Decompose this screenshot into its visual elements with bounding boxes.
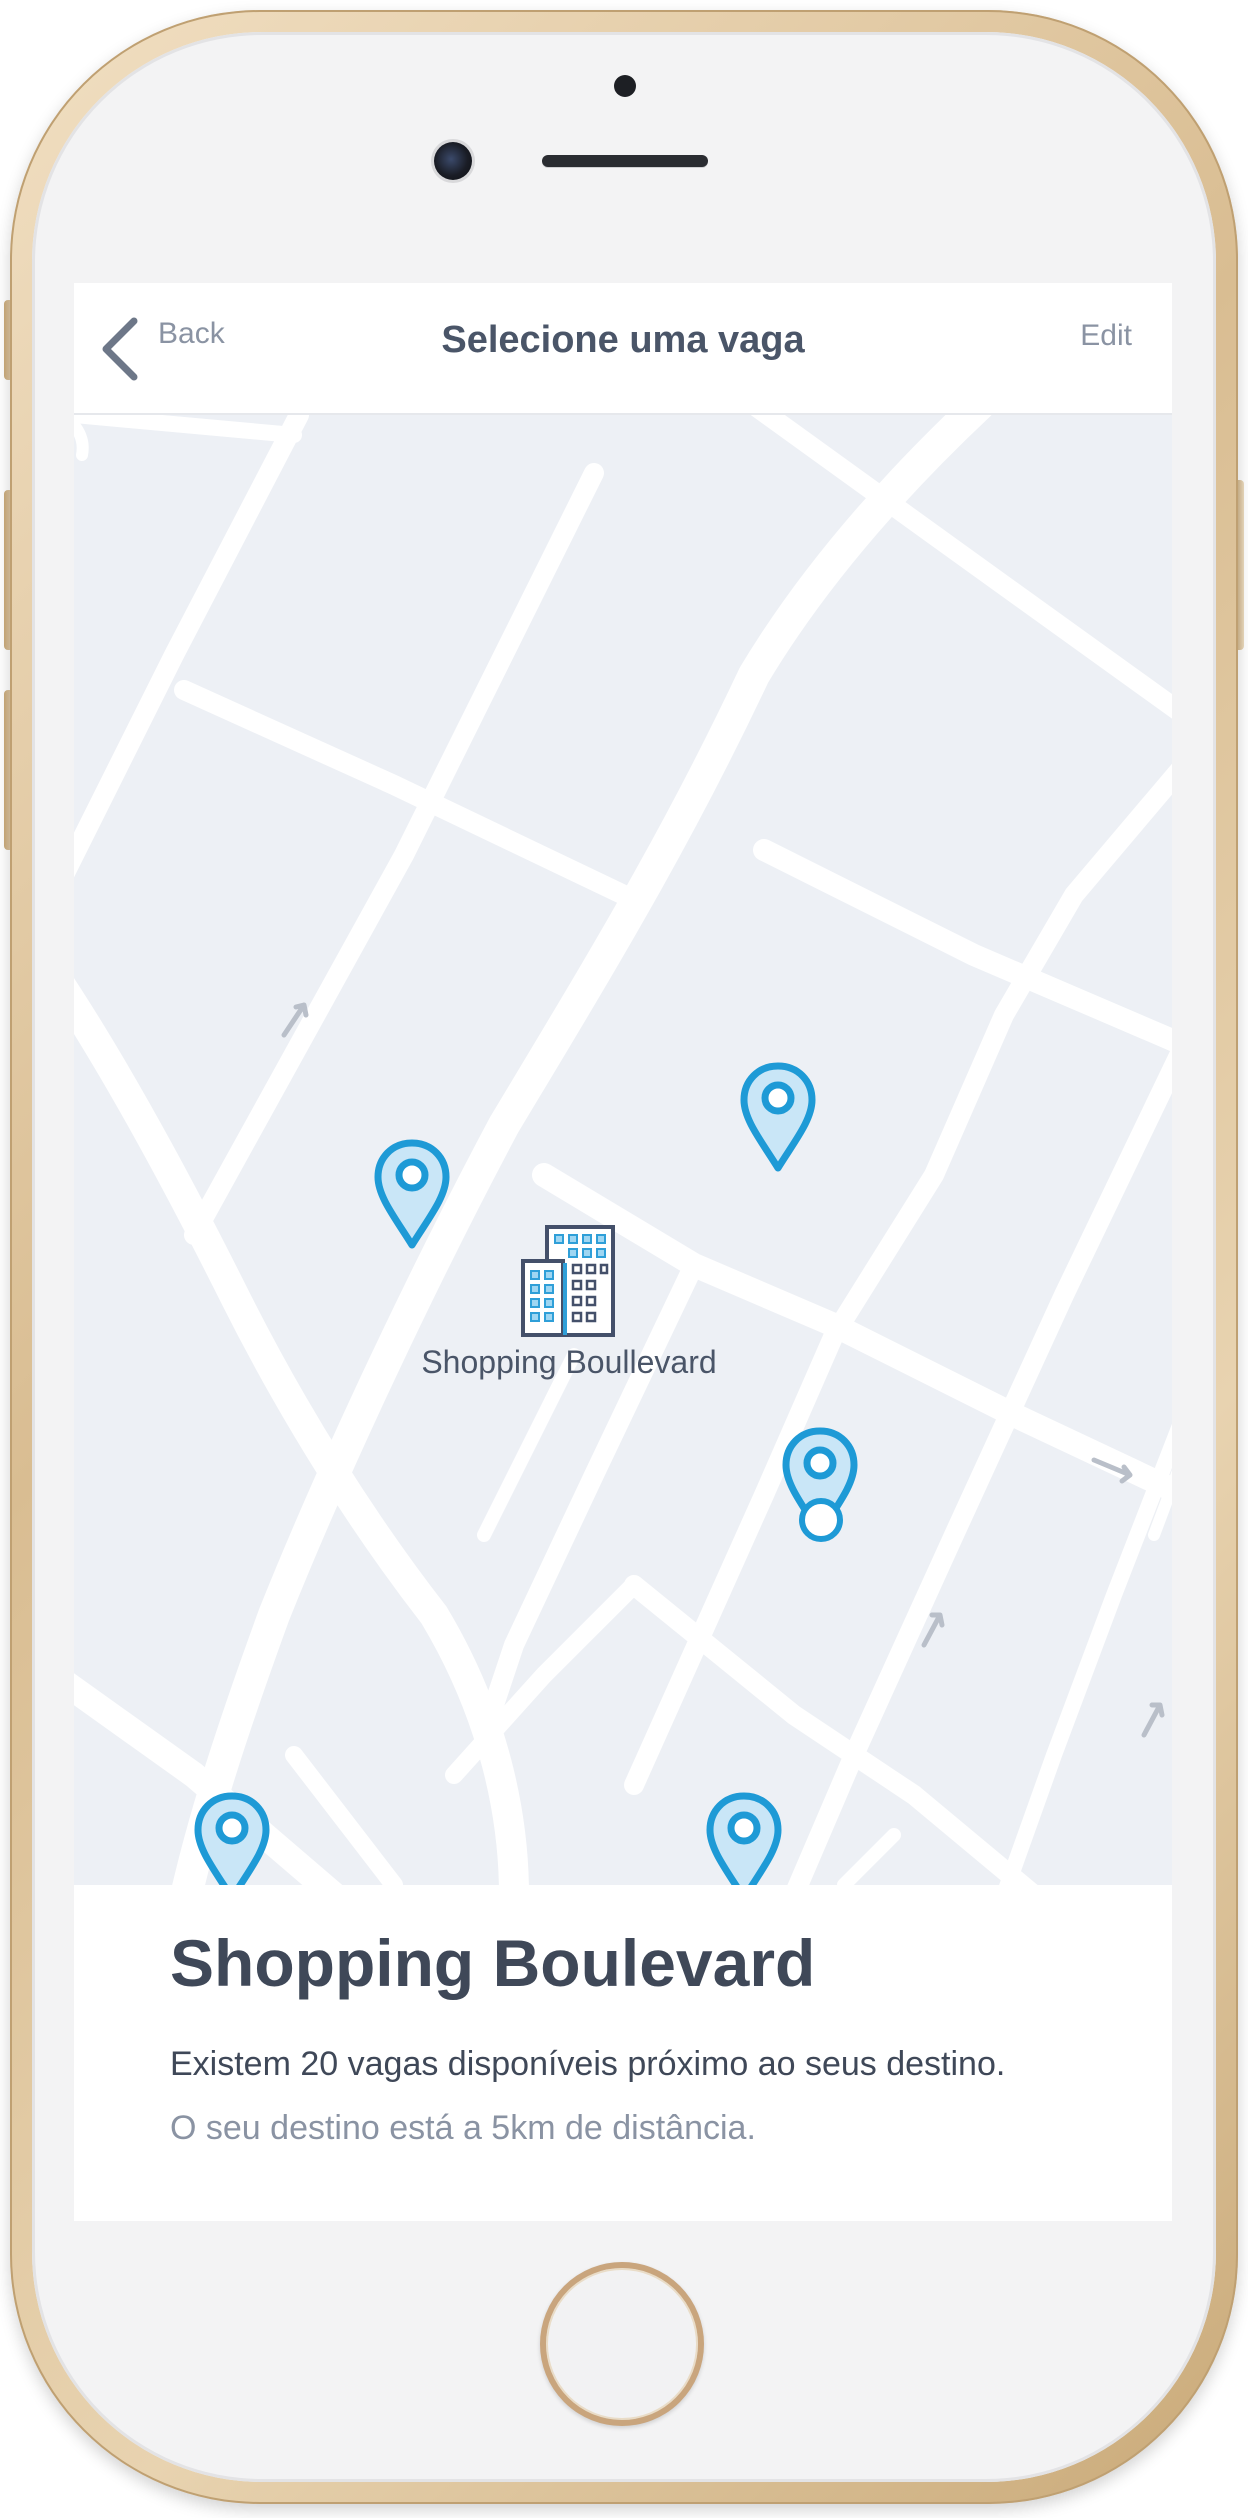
street-map: [74, 415, 1172, 1885]
landmark-shopping[interactable]: Shopping Boullevard: [404, 1223, 734, 1381]
map-view[interactable]: Shopping Boullevard: [74, 415, 1172, 1885]
proximity-sensor: [614, 75, 636, 97]
destination-info-card: Shopping Boulevard Existem 20 vagas disp…: [74, 1885, 1172, 2221]
distance-text: O seu destino está a 5km de distância.: [170, 2109, 756, 2147]
building-icon: [521, 1225, 615, 1337]
earpiece-speaker: [542, 155, 708, 167]
selected-location-marker: [799, 1498, 843, 1542]
page-title: Selecione uma vaga: [441, 319, 805, 361]
stage: Back Selecione uma vaga Edit Shopping Bo…: [0, 0, 1248, 2518]
map-pin-icon[interactable]: [738, 1060, 818, 1175]
landmark-label: Shopping Boullevard: [421, 1344, 717, 1380]
app-screen: Back Selecione uma vaga Edit Shopping Bo…: [74, 283, 1172, 2221]
home-button[interactable]: [540, 2262, 704, 2426]
destination-title: Shopping Boulevard: [170, 1926, 816, 2000]
map-pin-icon[interactable]: [192, 1790, 272, 1885]
front-camera: [434, 142, 472, 180]
map-pin-icon[interactable]: [704, 1790, 784, 1885]
edit-button[interactable]: Edit: [1080, 319, 1132, 353]
availability-text: Existem 20 vagas disponíveis próximo ao …: [170, 2045, 1006, 2083]
navigation-bar: Back Selecione uma vaga Edit: [74, 283, 1172, 415]
